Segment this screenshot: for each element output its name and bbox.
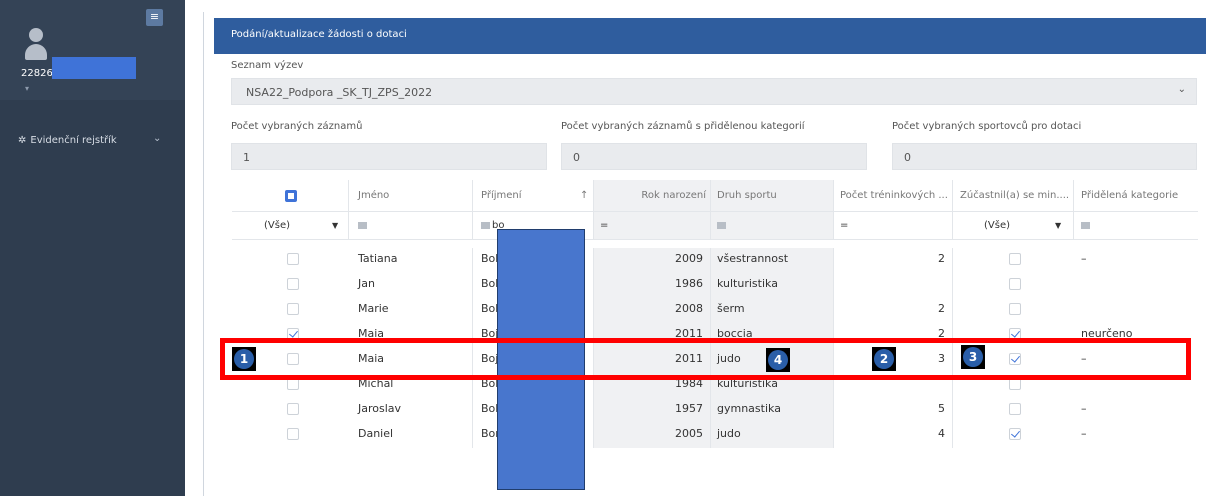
zucastnil-checkbox[interactable] xyxy=(1009,253,1021,265)
zucastnil-filter-value: (Vše) xyxy=(984,220,1011,231)
cell-jmeno: Jaroslav xyxy=(349,398,473,423)
column-header-rok-narozeni[interactable]: Rok narození xyxy=(594,180,711,212)
cell-pocet-treninku: 2 xyxy=(834,248,953,273)
cell-pocet-treninku: 2 xyxy=(834,298,953,323)
athletes-count-field: 0 xyxy=(892,143,1197,170)
sort-arrow-icon: ↑ xyxy=(580,190,589,201)
column-header-druh-sportu[interactable]: Druh sportu xyxy=(711,180,834,212)
call-select[interactable]: NSA22_Podpora _SK_TJ_ZPS_2022 ⌄ xyxy=(231,78,1197,105)
cell-druh-sportu: judo xyxy=(711,423,834,448)
row-select-checkbox[interactable] xyxy=(287,253,299,265)
athletes-count-label: Počet vybraných sportovců pro dotaci xyxy=(892,121,1082,132)
menu-icon[interactable]: ≡ xyxy=(146,9,163,26)
selection-filter[interactable]: (Vše) ▼ xyxy=(232,212,349,240)
cell-rok-narozeni: 1957 xyxy=(594,398,711,423)
select-all-checkbox[interactable] xyxy=(285,190,297,202)
user-panel: ≡ 22826 ▾ xyxy=(0,0,185,100)
cell-jmeno: Marie xyxy=(349,298,473,323)
cell-druh-sportu: kulturistika xyxy=(711,273,834,298)
cell-jmeno: Jan xyxy=(349,273,473,298)
annotation-marker-2: 2 xyxy=(872,347,896,371)
column-header-label: Příjmení xyxy=(481,190,522,201)
cell-druh-sportu: všestrannost xyxy=(711,248,834,273)
zucastnil-checkbox[interactable] xyxy=(1009,428,1021,440)
sport-filter[interactable] xyxy=(711,212,834,240)
selected-count-field: 1 xyxy=(231,143,547,170)
selection-filter-value: (Vše) xyxy=(264,220,291,231)
category-count-field: 0 xyxy=(561,143,867,170)
cell-druh-sportu: šerm xyxy=(711,298,834,323)
rok-filter[interactable]: = xyxy=(594,212,711,240)
cell-pocet-treninku: 5 xyxy=(834,398,953,423)
column-header-kategorie[interactable]: Přidělená kategorie xyxy=(1074,180,1198,212)
row-highlight xyxy=(220,338,1191,380)
call-list-label: Seznam výzev xyxy=(231,60,304,71)
redacted-username xyxy=(52,57,136,79)
jmeno-filter[interactable] xyxy=(349,212,473,240)
zucastnil-checkbox[interactable] xyxy=(1009,303,1021,315)
row-select-checkbox[interactable] xyxy=(287,403,299,415)
cell-rok-narozeni: 2009 xyxy=(594,248,711,273)
category-count-label: Počet vybraných záznamů s přidělenou kat… xyxy=(561,121,805,132)
cell-pocet-treninku xyxy=(834,273,953,298)
chevron-down-icon[interactable]: ⌄ xyxy=(153,133,161,144)
caret-down-icon: ▼ xyxy=(1055,221,1062,230)
column-header-pocet-treninku[interactable]: Počet tréninkových ... xyxy=(834,180,953,212)
cell-pocet-treninku: 4 xyxy=(834,423,953,448)
cell-kategorie: – xyxy=(1081,427,1087,440)
cell-druh-sportu: gymnastika xyxy=(711,398,834,423)
trenink-filter[interactable]: = xyxy=(834,212,953,240)
user-id: 22826 xyxy=(21,68,53,79)
select-all-header xyxy=(232,180,349,212)
column-header-zucastnil[interactable]: Zúčastnil(a) se min.... xyxy=(953,180,1074,212)
row-select-checkbox[interactable] xyxy=(287,278,299,290)
sidebar-item-label: Evidenční rejstřík xyxy=(30,135,117,146)
filter-icon xyxy=(481,221,490,229)
cell-jmeno: Daniel xyxy=(349,423,473,448)
chevron-down-icon: ⌄ xyxy=(1177,84,1186,95)
annotation-marker-3: 3 xyxy=(961,345,985,369)
column-header-prijmeni[interactable]: Příjmení ↑ xyxy=(473,180,594,212)
sidebar: ≡ 22826 ▾ ✲ Evidenční rejstřík ⌄ xyxy=(0,0,185,496)
filter-icon xyxy=(717,221,726,229)
page-title: Podání/aktualizace žádosti o dotaci xyxy=(231,29,407,40)
zucastnil-checkbox[interactable] xyxy=(1009,403,1021,415)
panel-header: Podání/aktualizace žádosti o dotaci xyxy=(214,18,1206,54)
avatar-icon xyxy=(25,28,47,64)
annotation-marker-1: 1 xyxy=(232,347,256,371)
cell-kategorie: – xyxy=(1081,252,1087,265)
cell-rok-narozeni: 2008 xyxy=(594,298,711,323)
filter-icon xyxy=(358,221,367,229)
cell-kategorie xyxy=(1074,298,1198,323)
row-select-checkbox[interactable] xyxy=(287,428,299,440)
column-header-jmeno[interactable]: Jméno xyxy=(349,180,473,212)
cell-rok-narozeni: 2005 xyxy=(594,423,711,448)
sidebar-item-evidencni-rejstrik[interactable]: ✲ Evidenční rejstřík xyxy=(18,135,117,146)
cell-kategorie xyxy=(1074,273,1198,298)
user-dropdown-icon[interactable]: ▾ xyxy=(25,84,29,93)
filter-icon xyxy=(1081,221,1090,229)
cell-kategorie: – xyxy=(1081,402,1087,415)
annotation-marker-4: 4 xyxy=(766,348,790,372)
caret-down-icon: ▼ xyxy=(332,221,339,230)
zucastnil-filter[interactable]: (Vše) ▼ xyxy=(953,212,1074,240)
row-select-checkbox[interactable] xyxy=(287,303,299,315)
kategorie-filter[interactable] xyxy=(1074,212,1198,240)
selected-count-label: Počet vybraných záznamů xyxy=(231,121,363,132)
zucastnil-checkbox[interactable] xyxy=(1009,278,1021,290)
cell-rok-narozeni: 1986 xyxy=(594,273,711,298)
cell-jmeno: Tatiana xyxy=(349,248,473,273)
asterisk-icon: ✲ xyxy=(18,135,27,146)
call-select-value: NSA22_Podpora _SK_TJ_ZPS_2022 xyxy=(246,86,433,99)
